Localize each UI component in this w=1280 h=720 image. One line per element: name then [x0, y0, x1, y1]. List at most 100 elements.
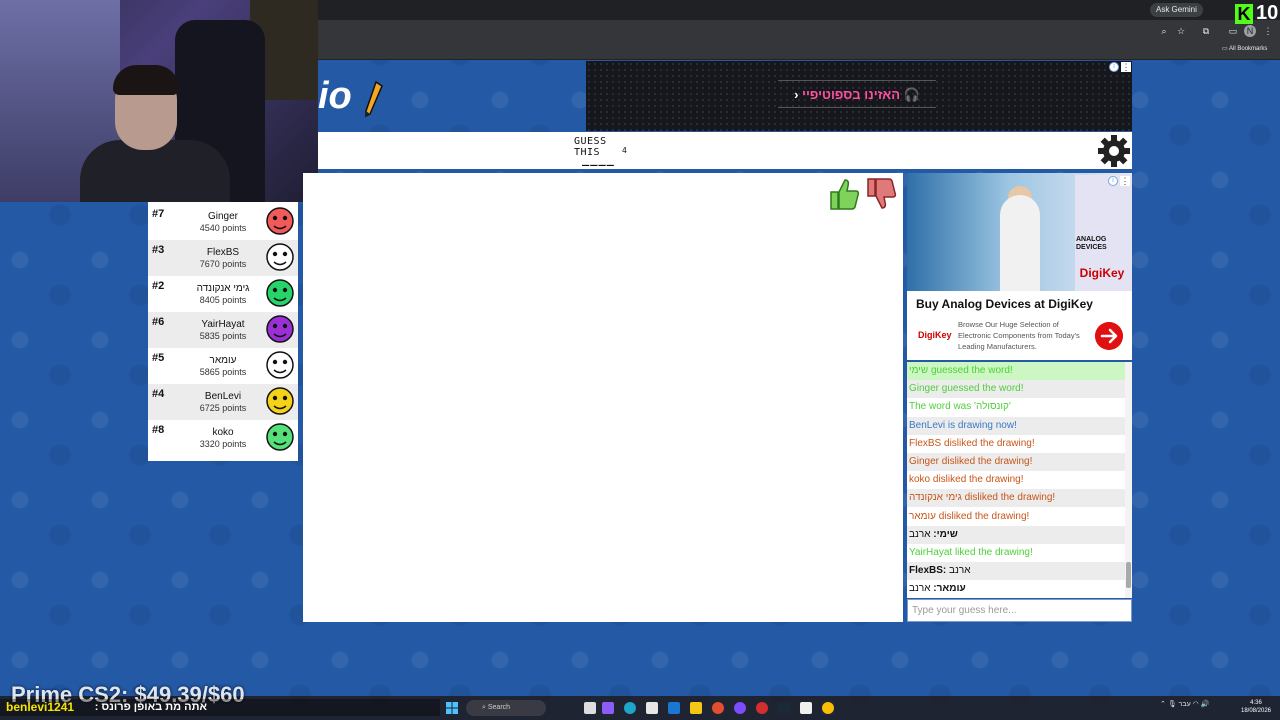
- chat-scroll-thumb[interactable]: [1126, 562, 1131, 588]
- drawing-canvas[interactable]: [303, 173, 903, 622]
- ad-image-person: [1000, 195, 1040, 291]
- kick-icon: K: [1235, 4, 1253, 24]
- player-points: 4540 points: [199, 223, 247, 233]
- chat-message: עומאר: ארנב: [907, 580, 1126, 598]
- mic-icon: 🎙: [1167, 701, 1179, 708]
- taskbar-clock[interactable]: 4:36 18/08/2026: [1236, 699, 1276, 715]
- spotify-ad-button[interactable]: 🎧 האזינו בספוטיפיי ‹: [778, 80, 936, 108]
- player-points: 7670 points: [199, 259, 247, 269]
- arrow-right-icon[interactable]: [1095, 322, 1123, 350]
- ad-info-icon[interactable]: i: [1109, 62, 1119, 72]
- zoom-icon[interactable]: ⌕: [1158, 25, 1170, 37]
- player-name: YairHayat: [201, 319, 245, 330]
- player-name: Ginger: [207, 211, 238, 222]
- chat-message: שימי: ארנב: [907, 525, 1126, 544]
- player-row[interactable]: #5 עומאר 5865 points: [148, 348, 298, 384]
- star-icon[interactable]: ☆: [1175, 25, 1187, 37]
- chat-text: YairHayat liked the drawing!: [909, 547, 1033, 558]
- player-rank: #5: [152, 352, 165, 364]
- chat-text: שימי guessed the word!: [909, 365, 1013, 376]
- chat-text: Ginger guessed the word!: [909, 383, 1024, 395]
- player-avatar: [266, 315, 294, 343]
- chat-message: YairHayat liked the drawing!: [907, 544, 1126, 562]
- chat-message: koko disliked the drawing!: [907, 471, 1126, 489]
- game-header: [318, 132, 1132, 169]
- player-row[interactable]: #8 koko 3320 points: [148, 420, 298, 456]
- player-avatar: [266, 243, 294, 271]
- chat-message: שימי guessed the word!: [907, 362, 1126, 380]
- folder-icon[interactable]: [690, 702, 702, 714]
- copilot-icon[interactable]: [602, 702, 614, 714]
- chat-text: koko disliked the drawing!: [909, 474, 1024, 486]
- ticker-message: אתה מת באופן פרונס :: [94, 701, 207, 713]
- game-logo: io: [318, 75, 352, 117]
- player-avatar: [266, 387, 294, 415]
- windows-start-icon[interactable]: [446, 702, 458, 714]
- all-bookmarks-link[interactable]: ▭ All Bookmarks: [1222, 45, 1267, 52]
- thumbs-up-icon[interactable]: [827, 176, 861, 212]
- player-row[interactable]: #2 גימי אנקונדה 8405 points: [148, 276, 298, 312]
- webcam-overlay: [0, 0, 318, 202]
- ad-close-icon[interactable]: ⋮: [1120, 176, 1130, 186]
- clock-date: 18/08/2026: [1240, 708, 1272, 714]
- player-points: 5835 points: [199, 331, 247, 341]
- player-row[interactable]: #6 YairHayat 5835 points: [148, 312, 298, 348]
- chat-author: עומאר:: [933, 583, 966, 595]
- steam-icon[interactable]: [778, 702, 790, 714]
- player-row[interactable]: #4 BenLevi 6725 points: [148, 384, 298, 420]
- discord-icon[interactable]: [734, 702, 746, 714]
- chat-message: Ginger guessed the word!: [907, 380, 1126, 399]
- edge-icon[interactable]: [624, 702, 636, 714]
- wifi-icon: ◠: [1190, 701, 1201, 708]
- volume-icon: 🔊: [1200, 701, 1210, 708]
- player-rank: #4: [152, 388, 165, 400]
- player-avatar: [266, 351, 294, 379]
- language-indicator: עבר: [1178, 701, 1191, 708]
- chat-text: ארנב: [909, 528, 934, 540]
- notes-icon[interactable]: [800, 702, 812, 714]
- player-row[interactable]: #7 Ginger 4540 points: [148, 204, 298, 240]
- ticker-username: benlevi1241: [6, 700, 75, 714]
- digikey-logo: DigiKey: [1079, 266, 1125, 280]
- word-hint: ____: [582, 152, 615, 166]
- webcam-streamer-hair: [113, 65, 179, 95]
- player-name: BenLevi: [204, 391, 242, 402]
- chrome-icon[interactable]: [822, 702, 834, 714]
- firefox-icon[interactable]: [712, 702, 724, 714]
- reading-list-icon[interactable]: ▭: [1227, 25, 1239, 37]
- thumbs-down-icon[interactable]: [864, 176, 898, 212]
- mail-icon[interactable]: [668, 702, 680, 714]
- player-points: 6725 points: [199, 403, 247, 413]
- menu-icon[interactable]: ⋮: [1262, 25, 1274, 37]
- player-points: 5865 points: [199, 367, 247, 377]
- ask-gemini-button[interactable]: Ask Gemini: [1150, 3, 1203, 17]
- ad-close-icon[interactable]: ⋮: [1121, 62, 1131, 72]
- player-avatar: [266, 423, 294, 451]
- ad-title[interactable]: Buy Analog Devices at DigiKey: [916, 297, 1093, 311]
- ad-info-icon[interactable]: i: [1108, 176, 1118, 186]
- chat-message: The word was 'קונסולה': [907, 398, 1126, 416]
- player-points: 3320 points: [199, 439, 247, 449]
- gear-icon[interactable]: [1097, 134, 1131, 168]
- player-row[interactable]: #3 FlexBS 7670 points: [148, 240, 298, 276]
- chat-message: FlexBS disliked the drawing!: [907, 435, 1126, 453]
- chat-text: עומאר disliked the drawing!: [909, 510, 1030, 522]
- extensions-icon[interactable]: ⧉: [1200, 25, 1212, 37]
- obs-icon[interactable]: [756, 702, 768, 714]
- task-view-icon[interactable]: [584, 702, 596, 714]
- chat-text: BenLevi is drawing now!: [909, 419, 1017, 431]
- player-name: עומאר: [209, 355, 237, 366]
- profile-avatar[interactable]: N: [1244, 25, 1256, 37]
- player-avatar: [266, 207, 294, 235]
- player-rank: #7: [152, 208, 165, 220]
- guess-input[interactable]: [907, 599, 1132, 622]
- spotify-ad-label: האזינו בספוטיפיי: [802, 87, 901, 102]
- player-name: FlexBS: [206, 247, 240, 258]
- store-icon[interactable]: [646, 702, 658, 714]
- taskbar-search[interactable]: ⌕ Search: [466, 700, 546, 716]
- player-name: גימי אנקונדה: [196, 283, 250, 294]
- system-tray[interactable]: ⌃ 🎙 עבר ◠ 🔊: [1160, 700, 1209, 708]
- player-name: koko: [212, 427, 234, 438]
- chevron-left-icon: ‹: [794, 87, 803, 102]
- chat-message: BenLevi is drawing now!: [907, 416, 1126, 435]
